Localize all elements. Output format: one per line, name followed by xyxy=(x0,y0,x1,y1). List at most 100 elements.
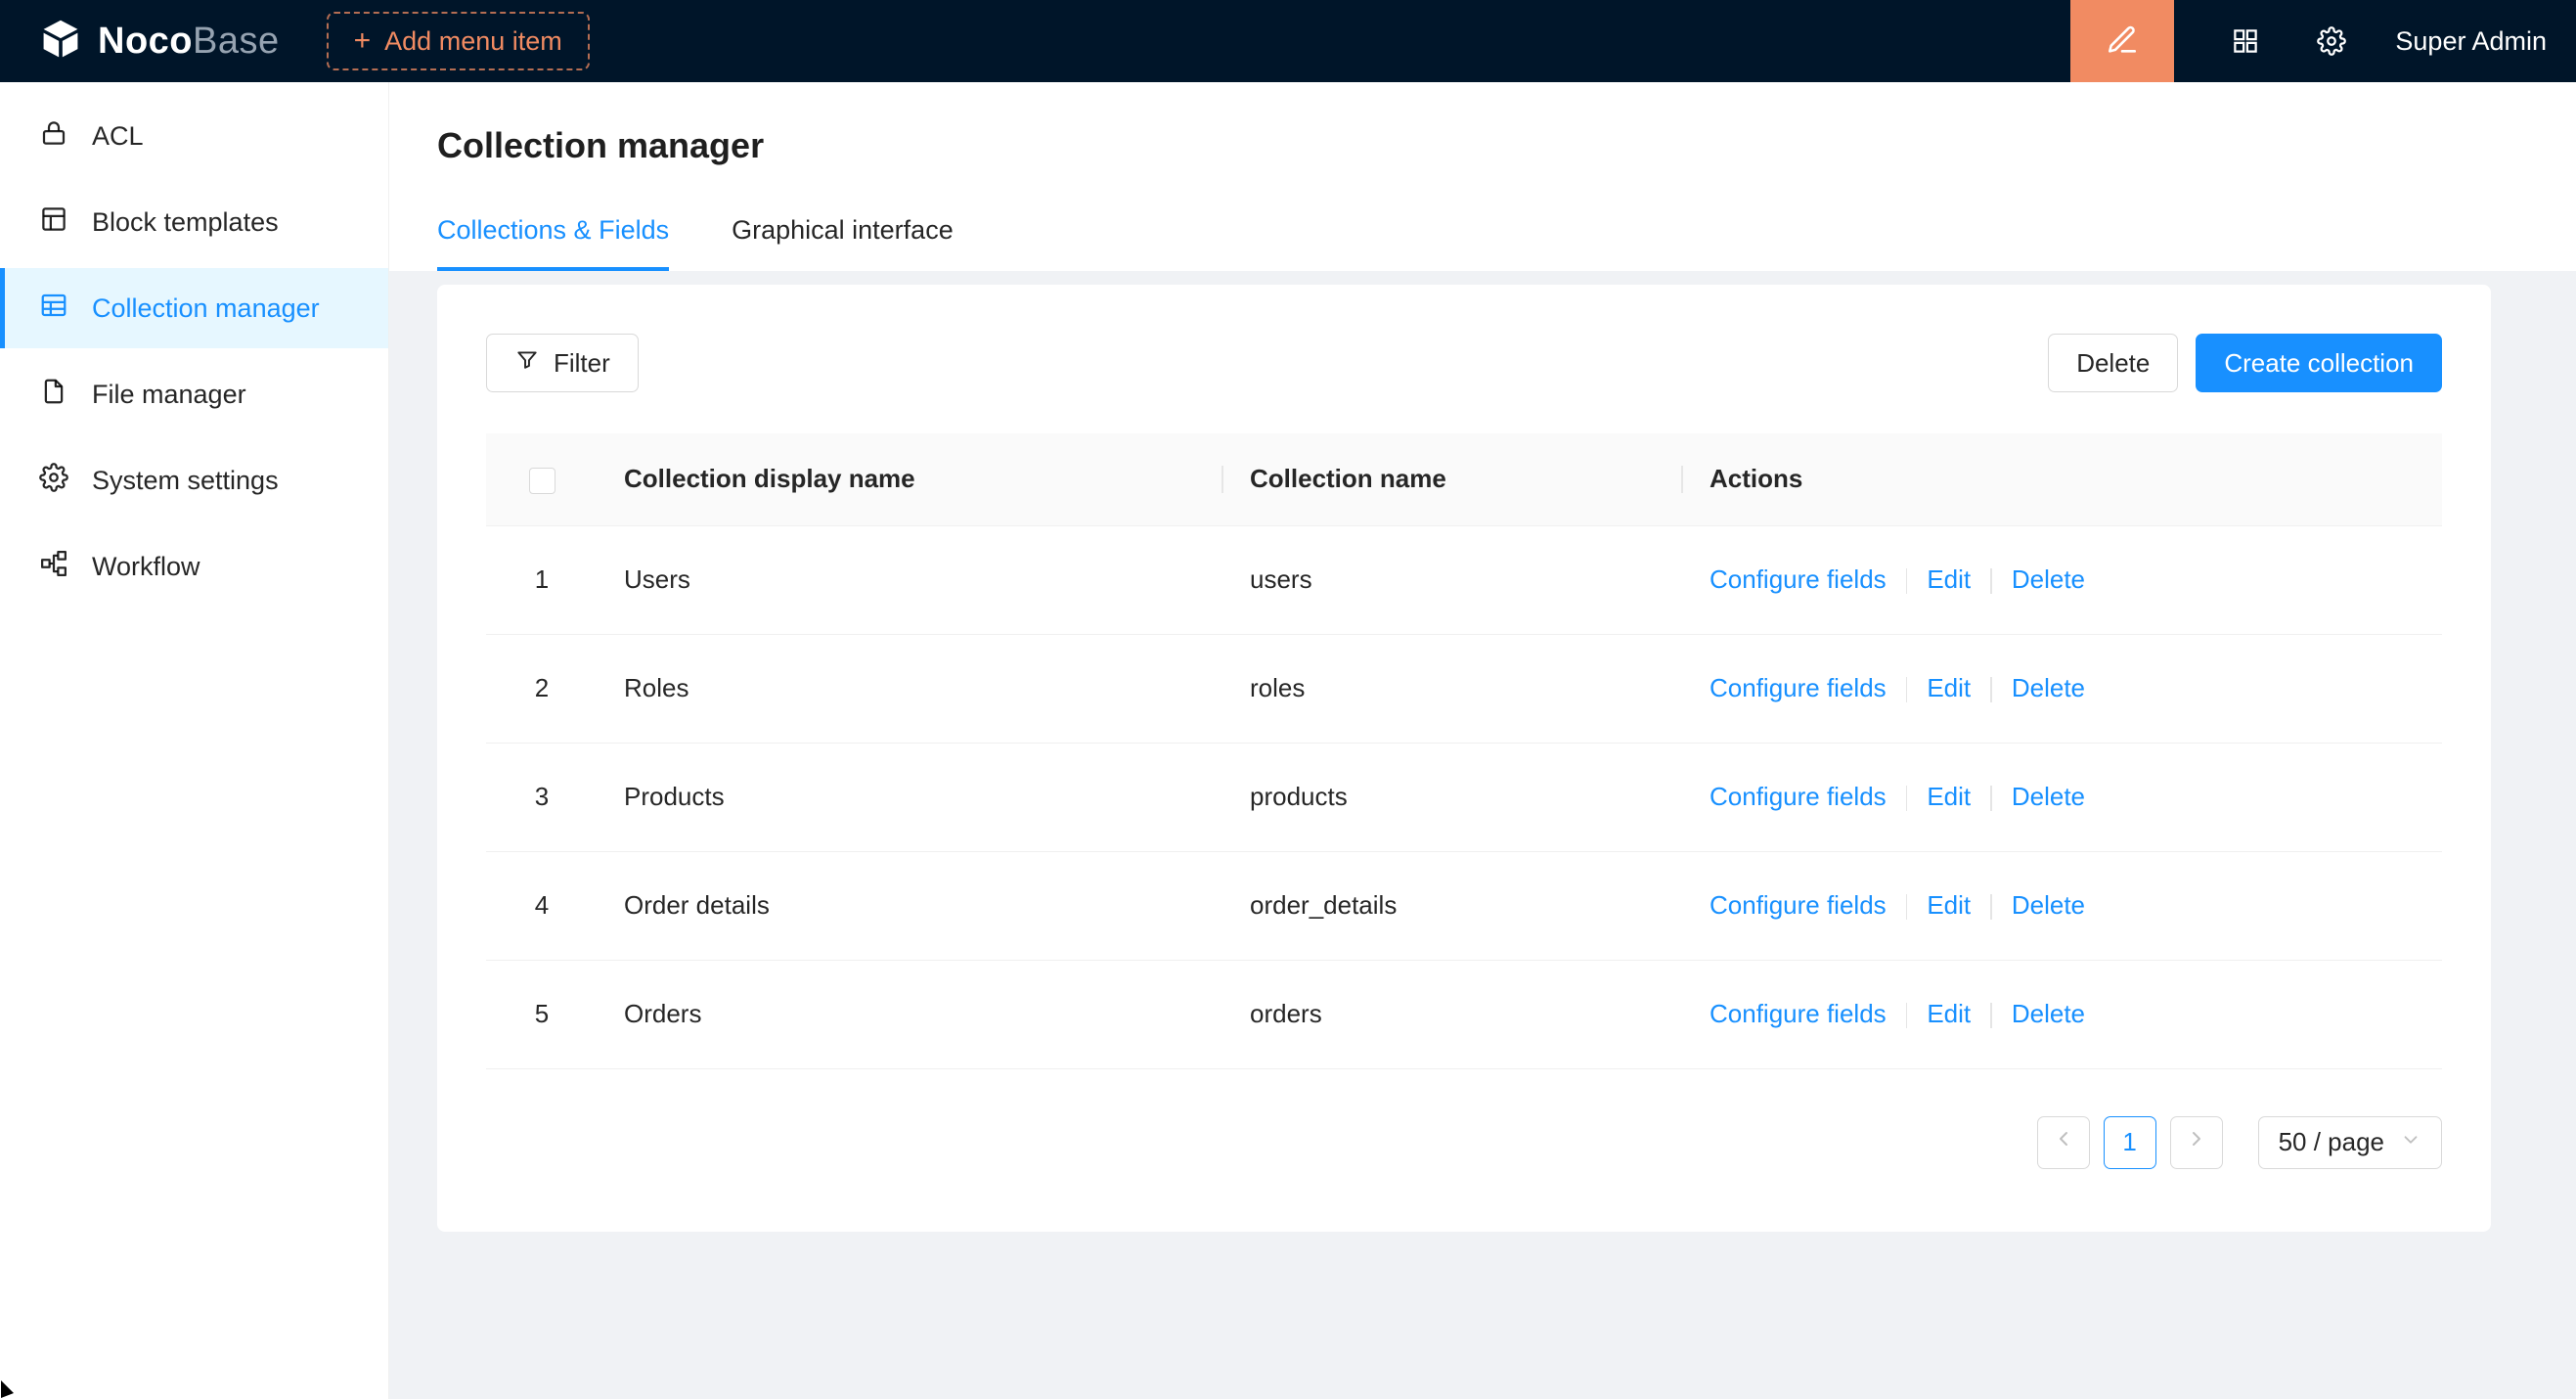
row-actions: Configure fields Edit Delete xyxy=(1683,743,2442,851)
collection-name: users xyxy=(1223,525,1683,634)
prev-page-button[interactable] xyxy=(2037,1116,2090,1169)
layout-icon xyxy=(39,204,68,241)
add-menu-item-label: Add menu item xyxy=(384,26,562,57)
chevron-right-icon xyxy=(2185,1127,2208,1157)
chevron-down-icon xyxy=(2400,1127,2421,1157)
page-header: Collection manager Collections & Fields … xyxy=(389,82,2576,271)
table-toolbar: Filter Delete Create collection xyxy=(486,334,2442,392)
table-row: 3 Products products Configure fieldsEdit… xyxy=(486,743,2442,851)
pagination: 1 50 / page xyxy=(486,1116,2442,1169)
action-divider xyxy=(1906,1003,1908,1028)
table-row: 2 Roles roles Configure fields Edit Delete xyxy=(486,634,2442,743)
table-row: 5 Orders orders Configure fields Edit Dele… xyxy=(486,960,2442,1068)
collection-name: order_details xyxy=(1223,851,1683,960)
sidebar-item-file-manager[interactable]: File manager xyxy=(0,354,388,434)
configure-fields-link[interactable]: Configure fields xyxy=(1710,564,1887,594)
file-icon xyxy=(39,377,68,413)
action-divider xyxy=(1990,894,1992,920)
sidebar-item-acl[interactable]: ACL xyxy=(0,96,388,176)
tab-bar: Collections & Fields Graphical interface xyxy=(437,215,2528,271)
collections-table: Collection display name Collection name … xyxy=(486,433,2442,1069)
mouse-cursor xyxy=(0,1376,22,1399)
collection-display-name: Order details xyxy=(598,851,1223,960)
page-size-select[interactable]: 50 / page xyxy=(2258,1116,2442,1169)
page-size-value: 50 / page xyxy=(2279,1127,2384,1157)
collection-display-name: Users xyxy=(598,525,1223,634)
delete-button[interactable]: Delete xyxy=(2048,334,2178,392)
edit-link[interactable]: Edit xyxy=(1927,782,1971,811)
sidebar-item-collection-manager[interactable]: Collection manager xyxy=(0,268,388,348)
tab-collections-fields[interactable]: Collections & Fields xyxy=(437,215,669,271)
row-index: 5 xyxy=(486,960,598,1068)
highlighter-icon xyxy=(2106,23,2139,60)
collection-display-name: Orders xyxy=(598,960,1223,1068)
collection-display-name: Products xyxy=(598,743,1223,851)
sidebar-item-label: File manager xyxy=(92,380,246,410)
edit-link[interactable]: Edit xyxy=(1927,564,1971,594)
user-menu[interactable]: Super Admin xyxy=(2395,26,2547,57)
collection-name: products xyxy=(1223,743,1683,851)
add-menu-item-button[interactable]: + Add menu item xyxy=(327,12,590,70)
filter-funnel-icon xyxy=(514,347,540,380)
collection-display-name: Roles xyxy=(598,634,1223,743)
action-divider xyxy=(1906,568,1908,594)
plugins-grid-icon[interactable] xyxy=(2231,26,2260,56)
column-header-actions: Actions xyxy=(1683,433,2442,525)
row-index: 2 xyxy=(486,634,598,743)
lock-icon xyxy=(39,118,68,155)
ui-editor-toggle-button[interactable] xyxy=(2070,0,2174,82)
collection-name: roles xyxy=(1223,634,1683,743)
row-index: 1 xyxy=(486,525,598,634)
next-page-button[interactable] xyxy=(2170,1116,2223,1169)
row-actions: Configure fields Edit Delete xyxy=(1683,960,2442,1068)
sidebar-item-label: Block templates xyxy=(92,207,279,238)
page-number-button[interactable]: 1 xyxy=(2104,1116,2156,1169)
select-all-checkbox[interactable] xyxy=(529,468,555,494)
delete-link[interactable]: Delete xyxy=(2012,564,2085,594)
row-actions: Configure fields Edit Delete xyxy=(1683,525,2442,634)
action-divider xyxy=(1990,1003,1992,1028)
table-header-row: Collection display name Collection name … xyxy=(486,433,2442,525)
row-index: 4 xyxy=(486,851,598,960)
create-collection-button[interactable]: Create collection xyxy=(2196,334,2442,392)
action-divider xyxy=(1990,568,1992,594)
table-row: 4 Order details order_details Configure … xyxy=(486,851,2442,960)
action-divider xyxy=(1906,677,1908,702)
workflow-icon xyxy=(39,549,68,585)
delete-link[interactable]: Delete xyxy=(2012,890,2085,920)
sidebar-item-label: Workflow xyxy=(92,552,200,582)
action-divider xyxy=(1906,894,1908,920)
table-row: 1 Users users Configure fields Edit Delete xyxy=(486,525,2442,634)
cube-logo-icon xyxy=(39,18,82,66)
row-actions: Configure fields Edit Delete xyxy=(1683,634,2442,743)
column-header-display-name: Collection display name xyxy=(598,433,1223,525)
edit-link[interactable]: Edit xyxy=(1927,999,1971,1028)
edit-link[interactable]: Edit xyxy=(1927,673,1971,702)
filter-button[interactable]: Filter xyxy=(486,334,639,392)
delete-link[interactable]: Delete xyxy=(2012,999,2085,1028)
filter-button-label: Filter xyxy=(554,348,610,379)
delete-link[interactable]: Delete xyxy=(2012,782,2085,811)
tab-graphical-interface[interactable]: Graphical interface xyxy=(732,215,954,271)
configure-fields-link[interactable]: Configure fields xyxy=(1710,999,1887,1028)
chevron-left-icon xyxy=(2052,1127,2075,1157)
edit-link[interactable]: Edit xyxy=(1927,890,1971,920)
app-window: NocoBase + Add menu item xyxy=(0,0,2576,1399)
sidebar-item-system-settings[interactable]: System settings xyxy=(0,440,388,520)
header-right-cluster: Super Admin xyxy=(2070,0,2576,82)
sidebar-item-block-templates[interactable]: Block templates xyxy=(0,182,388,262)
configure-fields-link[interactable]: Configure fields xyxy=(1710,782,1887,811)
gear-icon xyxy=(39,463,68,499)
delete-link[interactable]: Delete xyxy=(2012,673,2085,702)
row-actions: Configure fields Edit Delete xyxy=(1683,851,2442,960)
nocobase-logo[interactable]: NocoBase xyxy=(0,18,280,66)
logo-wordmark: NocoBase xyxy=(98,21,280,63)
configure-fields-link[interactable]: Configure fields xyxy=(1710,673,1887,702)
settings-gear-icon[interactable] xyxy=(2317,26,2346,56)
page-title: Collection manager xyxy=(437,125,2528,166)
sidebar-item-workflow[interactable]: Workflow xyxy=(0,526,388,607)
collection-name: orders xyxy=(1223,960,1683,1068)
configure-fields-link[interactable]: Configure fields xyxy=(1710,890,1887,920)
content-area: Filter Delete Create collection xyxy=(389,271,2576,1399)
column-header-name: Collection name xyxy=(1223,433,1683,525)
